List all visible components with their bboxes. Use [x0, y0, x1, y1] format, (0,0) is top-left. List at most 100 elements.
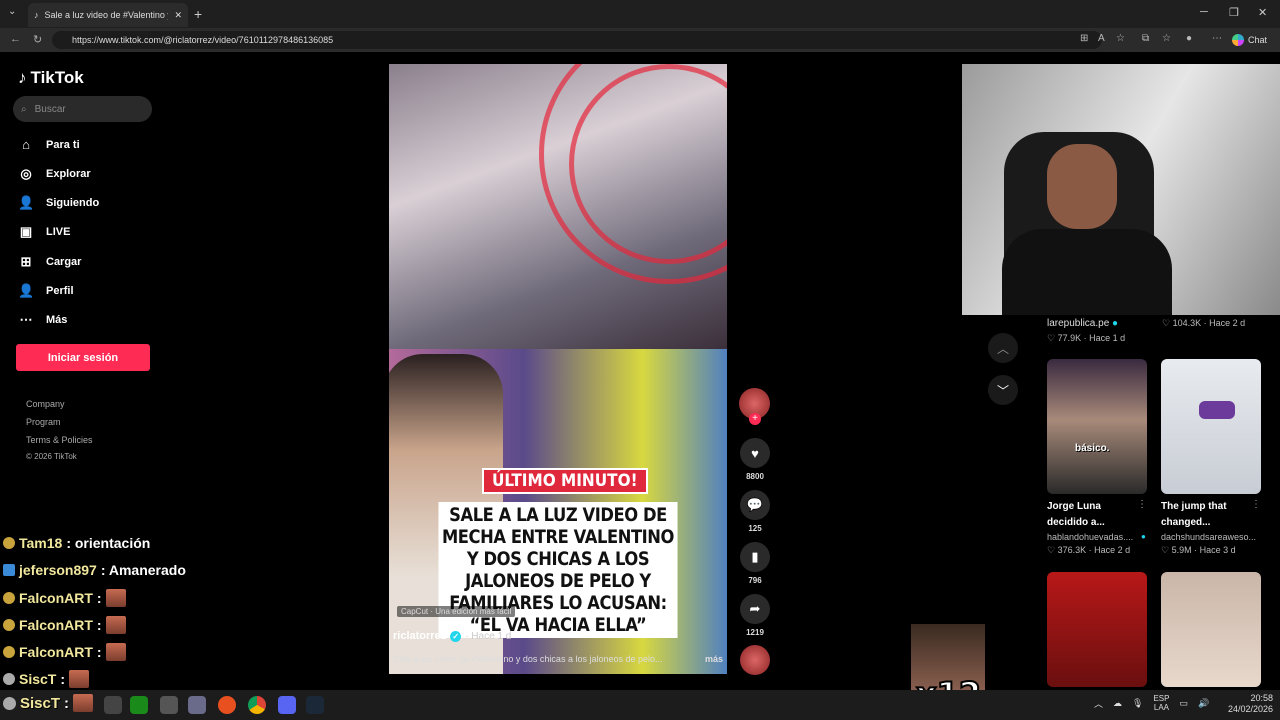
minimize-icon[interactable]: ─ [1200, 6, 1208, 18]
back-icon[interactable]: ← [10, 33, 21, 45]
sidebar-item-explorar[interactable]: ◎ Explorar [18, 166, 90, 182]
sidebar-item-para-ti[interactable]: ⌂ Para ti [18, 137, 80, 152]
rec-stats: ♡ 77.9K · Hace 1 d [1047, 333, 1126, 343]
sidebar-item-label: Para ti [46, 138, 80, 151]
rec-author[interactable]: dachshundsareaweso... [1161, 532, 1256, 542]
more-link[interactable]: más [705, 654, 723, 664]
rec-author-name: larepublica.pe [1047, 318, 1110, 329]
search-input[interactable]: ⌕ Buscar [13, 96, 152, 122]
apps-icon[interactable]: ⊞ [1080, 33, 1088, 44]
chat-badge-icon [3, 696, 16, 710]
video-frame-top [389, 64, 727, 349]
close-tab-icon[interactable]: ✕ [174, 10, 182, 21]
footer-terms-link[interactable]: Terms & Policies [26, 435, 93, 445]
chevron-up-icon[interactable]: ︿ [988, 333, 1018, 363]
footer-company-link[interactable]: Company [26, 399, 65, 409]
chat-badge-icon [3, 646, 15, 658]
sidebar-item-label: Siguiendo [46, 197, 100, 209]
chevron-down-icon[interactable]: ﹀ [988, 375, 1018, 405]
chat-badge-icon [3, 673, 15, 685]
rec-author[interactable]: hablandohuevadas.... [1047, 532, 1133, 542]
network-icon[interactable]: ☁ [1113, 698, 1122, 709]
rec-thumbnail[interactable] [1161, 359, 1261, 494]
emote-icon [73, 694, 94, 712]
sidebar-item-live[interactable]: ▣ LIVE [18, 224, 71, 240]
chat-user: jeferson897 [19, 562, 97, 578]
display-icon[interactable]: ▭ [1179, 698, 1188, 709]
browser-tab[interactable]: ♪ Sale a luz video de #Valentino y d... … [28, 3, 188, 27]
verified-icon: ✓ [450, 630, 462, 642]
app-icon[interactable] [160, 696, 178, 714]
chat-text: : [96, 617, 102, 633]
login-button[interactable]: Iniciar sesión [16, 344, 150, 371]
sidebar-item-perfil[interactable]: 👤 Perfil [18, 283, 74, 299]
save-button[interactable]: ▮ 796 [740, 542, 770, 585]
mic-icon[interactable]: 🎙 [1132, 698, 1143, 709]
heart-icon: ♥ [740, 438, 770, 468]
compass-icon: ◎ [20, 166, 32, 181]
steam-icon[interactable] [306, 696, 324, 714]
more-menu-icon[interactable]: ⋯ [1212, 33, 1222, 44]
rec-title[interactable]: The jump that changed... [1161, 499, 1251, 531]
brave-icon[interactable] [218, 696, 236, 714]
chat-text: : [96, 590, 102, 606]
rec-thumbnail[interactable]: básico. [1047, 359, 1147, 494]
extensions-icon[interactable]: ⧉ [1142, 33, 1149, 44]
share-icon: ➦ [740, 594, 770, 624]
emote-icon [69, 670, 90, 688]
chat-message: FalconART: [3, 643, 126, 661]
profile-avatar-icon[interactable]: ● [1186, 33, 1192, 44]
video-author[interactable]: riclatorrez ✓ · Hace 1 d [393, 630, 511, 642]
app-icon[interactable] [188, 696, 206, 714]
search-placeholder: Buscar [34, 103, 66, 115]
rec-thumbnail[interactable] [1047, 572, 1147, 687]
rec-options-icon[interactable]: ⋮ [1137, 499, 1147, 510]
capcut-app-icon[interactable] [104, 696, 122, 714]
copilot-chat-button[interactable]: Chat [1232, 31, 1267, 49]
new-tab-button[interactable]: + [194, 6, 202, 22]
volume-icon[interactable]: 🔊 [1198, 698, 1209, 709]
url-field[interactable]: https://www.tiktok.com/@riclatorrez/vide… [52, 31, 1102, 49]
reload-icon[interactable]: ↻ [33, 33, 42, 46]
favorites-icon[interactable]: ☆ [1162, 33, 1171, 44]
rec-stats: ♡ 104.3K · Hace 2 d [1162, 318, 1246, 328]
music-disc-icon[interactable] [740, 645, 770, 675]
like-button[interactable]: ♥ 8800 [740, 438, 770, 481]
chrome-icon[interactable] [248, 696, 266, 714]
follow-plus-icon[interactable]: + [749, 413, 761, 425]
emote-icon [105, 589, 126, 607]
close-window-icon[interactable]: ✕ [1258, 6, 1267, 19]
translate-icon[interactable]: A [1098, 33, 1105, 44]
rec-author[interactable]: larepublica.pe ● [1047, 318, 1118, 329]
heart-outline-icon: ♡ [1162, 318, 1171, 328]
taskbar-clock[interactable]: 20:58 24/02/2026 [1228, 693, 1273, 715]
sidebar-item-cargar[interactable]: ⊞ Cargar [18, 254, 82, 270]
capcut-watermark[interactable]: CapCut · Una edición más fácil [397, 606, 516, 617]
language-indicator[interactable]: ESP LAA [1153, 694, 1169, 712]
sidebar-item-mas[interactable]: ⋯ Más [18, 312, 68, 328]
chat-text: : [60, 671, 66, 687]
favorite-star-icon[interactable]: ☆ [1116, 33, 1125, 44]
tiktok-logo[interactable]: ♪ TikTok [18, 68, 84, 88]
video-player[interactable]: ÚLTIMO MINUTO! SALE A LA LUZ VIDEO DE ME… [389, 64, 727, 674]
chat-user: Tam18 [19, 535, 63, 551]
heart-outline-icon: ♡ [1047, 333, 1056, 343]
comment-button[interactable]: 💬 125 [740, 490, 770, 533]
share-button[interactable]: ➦ 1219 [740, 594, 770, 637]
rec-title[interactable]: Jorge Luna decidido a... [1047, 499, 1137, 531]
verified-icon: ● [1112, 318, 1119, 329]
rec-thumbnail[interactable] [1161, 572, 1261, 687]
restore-icon[interactable]: ❐ [1229, 6, 1239, 19]
tab-list-icon[interactable]: ⌄ [8, 6, 16, 17]
footer-program-link[interactable]: Program [26, 417, 61, 427]
share-count: 1219 [746, 628, 764, 637]
rec-options-icon[interactable]: ⋮ [1251, 499, 1261, 510]
sidebar-item-siguiendo[interactable]: 👤 Siguiendo [18, 195, 99, 211]
tray-chevron-icon[interactable]: ︿ [1094, 697, 1103, 710]
discord-icon[interactable] [278, 696, 296, 714]
post-time: · Hace 1 d [465, 630, 512, 642]
rec-stats: ♡ 5.9M · Hace 3 d [1161, 545, 1236, 555]
chat-message: SiscT: [3, 670, 90, 688]
play-app-icon[interactable] [130, 696, 148, 714]
chat-text: : Amanerado [100, 562, 186, 578]
